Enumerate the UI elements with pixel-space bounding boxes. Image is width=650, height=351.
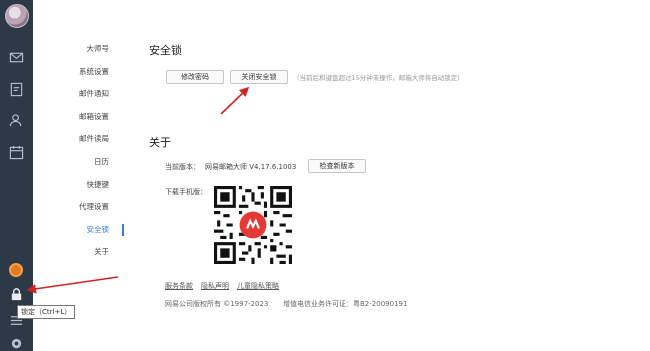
nav-item-shortcuts[interactable]: 快捷键 <box>60 174 124 197</box>
privacy-link[interactable]: 隐私声明 <box>201 281 229 291</box>
arrow-to-close-lock-button <box>220 86 250 115</box>
nav-item-system-settings[interactable]: 系统设置 <box>60 61 124 84</box>
gear-icon[interactable] <box>9 336 24 351</box>
nav-item-calendar[interactable]: 日历 <box>60 151 124 174</box>
security-lock-hint: （当前后和键盘超过15分钟未操作，邮箱大师将自动锁定） <box>293 74 464 82</box>
lock-icon[interactable] <box>9 287 24 302</box>
version-value: 网易邮箱大师 V4.17.6.1003 <box>205 163 297 171</box>
license-text: 增值电信业务许可证：粤B2-20090191 <box>283 300 408 308</box>
download-qr-code <box>214 186 292 264</box>
contacts-icon[interactable] <box>9 113 24 128</box>
calendar-icon[interactable] <box>9 145 24 160</box>
coin-icon[interactable] <box>9 263 23 277</box>
avatar[interactable] <box>5 4 29 28</box>
settings-nav: 大师号 系统设置 邮件通知 邮箱设置 邮件读局 日历 快捷键 代理设置 安全锁 … <box>60 38 124 264</box>
nav-item-mailbox-settings[interactable]: 邮箱设置 <box>60 106 124 129</box>
child-privacy-link[interactable]: 儿童隐私策略 <box>237 281 279 291</box>
mail-icon[interactable] <box>9 50 24 65</box>
nav-item-proxy-settings[interactable]: 代理设置 <box>60 196 124 219</box>
app-sidebar <box>0 0 33 351</box>
document-icon[interactable] <box>9 82 24 97</box>
close-security-lock-button[interactable]: 关闭安全锁 <box>230 70 288 84</box>
copyright-text: 网易公司版权所有 ©1997-2023 <box>165 300 269 308</box>
about-title: 关于 <box>149 136 171 149</box>
version-label: 当前版本： <box>165 163 200 171</box>
nav-item-security-lock[interactable]: 安全锁 <box>60 219 124 242</box>
nav-item-master-account[interactable]: 大师号 <box>60 38 124 61</box>
download-label: 下载手机版： <box>165 188 207 196</box>
change-password-button[interactable]: 修改密码 <box>166 70 224 84</box>
check-update-button[interactable]: 检查新版本 <box>308 159 366 173</box>
nav-item-mail-reading[interactable]: 邮件读局 <box>60 128 124 151</box>
arrow-to-lock-icon <box>26 276 119 294</box>
security-lock-title: 安全锁 <box>149 44 182 57</box>
nav-item-about[interactable]: 关于 <box>60 241 124 264</box>
lock-tooltip: 锁定（Ctrl+L） <box>17 305 76 319</box>
nav-item-mail-notifications[interactable]: 邮件通知 <box>60 83 124 106</box>
terms-link[interactable]: 服务条款 <box>165 281 193 291</box>
